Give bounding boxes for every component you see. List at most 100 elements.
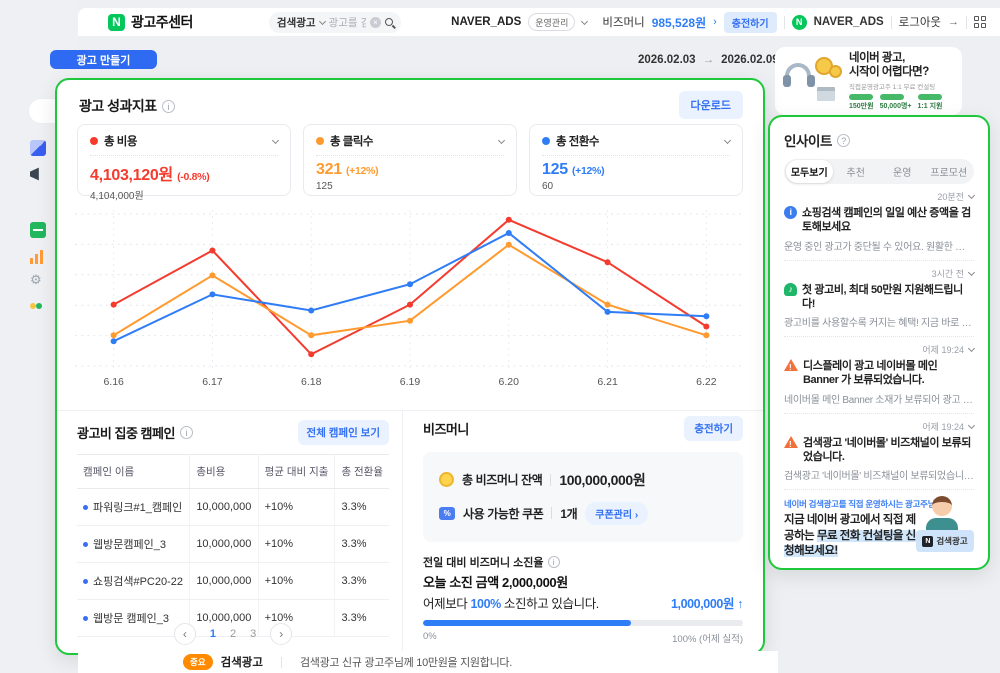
search-category-select[interactable]: 검색광고 [277,15,316,30]
create-ad-button[interactable]: 광고 만들기 [50,50,157,69]
x-axis-label: 6.22 [696,376,716,388]
global-search[interactable]: 검색광고 광고를 검색하세요. × [269,12,401,33]
divider [57,410,763,411]
logout-button[interactable]: 로그아웃 [899,14,941,30]
footer-notice[interactable]: 중요 검색광고 검색광고 신규 광고주님께 10만원을 지원합니다. [78,651,778,673]
bizmoney-link-arrow-icon[interactable]: › [713,16,717,28]
page-2-button[interactable]: 2 [230,628,236,640]
chevron-down-icon[interactable] [968,192,975,199]
clear-icon[interactable]: × [370,17,381,28]
naver-logo-icon[interactable]: N [108,14,125,31]
chevron-down-icon[interactable] [319,17,326,24]
manage-coupons-button[interactable]: 쿠폰관리 › [585,502,648,525]
col-campaign-name: 캠페인 이름 [77,455,190,489]
performance-section-title: 광고 성과지표i [79,96,175,116]
apps-grid-icon[interactable] [974,16,986,28]
tab-recommend[interactable]: 추천 [833,160,880,183]
chevron-down-icon[interactable] [968,269,975,276]
profile-avatar[interactable]: N [792,15,807,30]
metric-delta: (+12%) [572,165,604,177]
metric-card-clicks: 총 클릭수 321 (+12%) 125 [303,124,517,196]
chevron-down-icon[interactable] [968,345,975,352]
logout-icon[interactable]: → [948,16,959,28]
bizmoney-charge-button[interactable]: 충전하기 [684,416,743,441]
metric-delta: (+12%) [346,165,378,177]
app-title[interactable]: 광고주센터 [131,12,193,32]
balance-value: 100,000,000원 [559,470,645,490]
info-icon: i [784,206,797,219]
top-header: N 광고주센터 검색광고 광고를 검색하세요. × NAVER_ADS 운영관리… [78,8,1000,36]
help-icon[interactable]: ? [837,134,850,147]
table-row[interactable]: 파워링크#1_캠페인 10,000,000 +10% 3.3% [77,489,389,526]
status-dots-icon[interactable] [30,296,46,312]
burn-rate-title: 전일 대비 비즈머니 소진율i [423,554,560,570]
chart-canvas [69,204,751,376]
account-name[interactable]: NAVER_ADS [451,16,521,28]
info-icon[interactable]: i [162,100,175,113]
insight-desc: 네이버몰 메인 Banner 소재가 보류되어 광고 노출이 불... [784,391,974,406]
next-page-button[interactable]: › [270,623,292,645]
dashboard-icon[interactable] [30,140,46,156]
banner-subtitle: 직접운영광고주 1:1 무료 컨설팅 [849,81,942,91]
search-icon[interactable] [385,18,393,26]
table-row[interactable]: 쇼핑검색#PC20-22 10,000,000 +10% 3.3% [77,563,389,600]
table-header-row: 캠페인 이름 총비용 평균 대비 지출 총 전환율 [77,455,389,489]
tab-all[interactable]: 모두보기 [786,160,833,183]
x-axis-label: 6.20 [499,376,519,388]
campaigns-section-title: 광고비 집중 캠페인i [77,423,193,442]
bizmoney-amount[interactable]: 985,528원 [652,14,706,31]
metric-selector[interactable]: 총 클릭수 [316,133,504,156]
burn-compare-text: 어제보다 100% 소진하고 있습니다. [423,593,599,612]
divider [966,16,967,29]
page-3-button[interactable]: 3 [250,628,256,640]
chevron-down-icon[interactable] [272,136,279,143]
date-end[interactable]: 2026.02.09 [721,54,779,66]
view-all-campaigns-button[interactable]: 전체 캠페인 보기 [298,420,389,445]
burn-progress-fill [423,620,631,626]
page-1-button[interactable]: 1 [210,628,216,640]
coupon-icon: % [439,507,455,520]
charge-button[interactable]: 충전하기 [724,12,777,33]
chevron-down-icon[interactable] [724,136,731,143]
consulting-promo-banner[interactable]: 네이버 광고, 시작이 어렵다면? 직접운영광고주 1:1 무료 컨설팅 150… [775,47,962,115]
series-dot-blue-icon [542,137,550,145]
download-button[interactable]: 다운로드 [679,91,743,119]
search-input[interactable]: 광고를 검색하세요. [329,15,366,30]
x-axis-label: 6.18 [301,376,321,388]
tab-promotion[interactable]: 프로모션 [926,160,973,183]
footer-category: 검색광고 [221,654,263,670]
store-icon [817,87,835,101]
info-icon[interactable]: i [180,426,193,439]
chevron-down-icon[interactable] [968,422,975,429]
metric-selector[interactable]: 총 비용 [90,133,278,156]
banner-badge [880,94,904,100]
info-icon[interactable]: i [548,556,560,568]
campaign-megaphone-icon[interactable] [30,166,46,182]
bizmoney-card-icon[interactable] [30,222,46,238]
insight-item: 어제 19:24 디스플레이 광고 네이버몰 메인 Banner 가 보류되었습… [784,337,974,414]
account-chevron-icon[interactable] [581,17,588,24]
bizmoney-label: 비즈머니 [602,14,644,30]
insight-panel: 인사이트? 모두보기 추천 운영 프로모션 20분전 i쇼핑검색 캠페인의 일일… [768,115,990,570]
metric-selector[interactable]: 총 전환수 [542,133,730,156]
prev-page-button[interactable]: ‹ [174,623,196,645]
banner-title-line1: 네이버 광고, [849,52,905,64]
metric-value: 125 [542,161,568,178]
footer-text: 검색광고 신규 광고주님께 10만원을 지원합니다. [300,654,512,670]
x-axis-label: 6.16 [103,376,123,388]
tools-wrench-icon[interactable]: ⚙ [30,272,46,288]
coupon-label: 사용 가능한 쿠폰 [463,505,543,522]
insight-time: 3시간 전 [932,267,964,280]
insight-item: 20분전 i쇼핑검색 캠페인의 일일 예산 증액을 검토해보세요 운영 중인 광… [784,184,974,261]
report-chart-icon[interactable] [30,248,46,264]
bizmoney-section-title: 비즈머니 [423,419,469,438]
table-row[interactable]: 웹방문캠페인_3 10,000,000 +10% 3.3% [77,526,389,563]
tab-operations[interactable]: 운영 [879,160,926,183]
balance-label: 총 비즈머니 잔액 [462,471,542,488]
insight-time: 20분전 [937,190,964,203]
chevron-down-icon[interactable] [498,136,505,143]
banner-badge [918,94,942,100]
date-start[interactable]: 2026.02.03 [638,54,696,66]
col-cvr: 총 전환율 [335,455,389,489]
series-dot-orange-icon [316,137,324,145]
